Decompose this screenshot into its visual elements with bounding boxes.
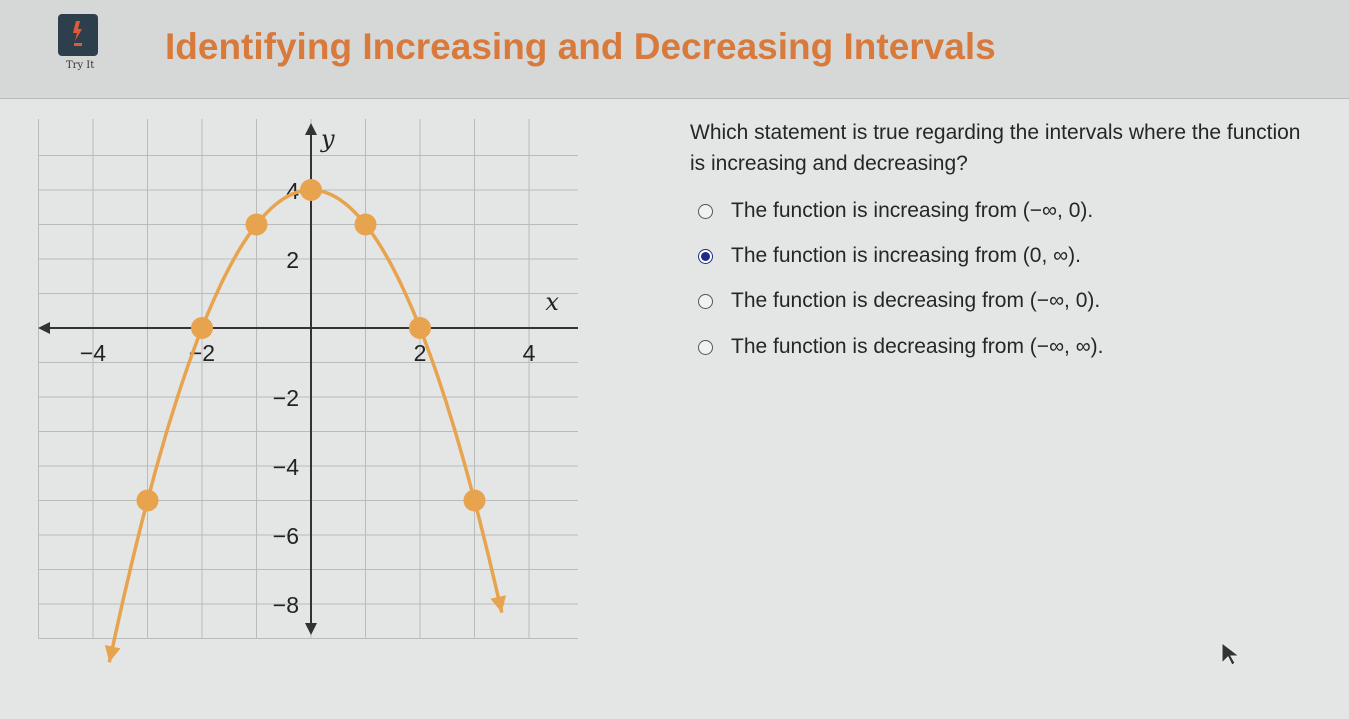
header: Try It Identifying Increasing and Decrea…: [0, 0, 1349, 99]
y-axis-arrow-up: [305, 123, 317, 135]
x-tick-label: 4: [523, 340, 536, 366]
option-2[interactable]: The function is increasing from (0, ∞).: [698, 244, 1081, 268]
option-label: The function is decreasing from (−∞, ∞).: [731, 335, 1104, 358]
mouse-cursor-icon: [1221, 641, 1241, 666]
data-point: [245, 213, 268, 236]
question-prompt: Which statement is true regarding the in…: [690, 121, 1301, 175]
curve-arrowheads: [104, 595, 507, 663]
data-point: [300, 179, 322, 201]
tick-labels: −4 −2 2 442−2−4−6−8: [80, 178, 536, 618]
try-it-caption: Try It: [66, 60, 95, 71]
y-tick-label: −2: [273, 385, 299, 411]
option-1[interactable]: The function is increasing from (−∞, 0).: [698, 199, 1093, 223]
page-title: Identifying Increasing and Decreasing In…: [165, 26, 996, 67]
y-tick-label: −8: [273, 592, 299, 618]
lesson-icon: [58, 14, 98, 56]
data-point: [136, 489, 159, 512]
x-tick-label: −4: [80, 340, 106, 366]
y-axis-arrow-down: [305, 623, 317, 635]
option-label: The function is decreasing from (−∞, 0).: [731, 289, 1101, 312]
data-point: [354, 213, 377, 236]
y-tick-label: −6: [273, 523, 299, 549]
data-point: [409, 317, 431, 339]
try-it-icon: [73, 21, 82, 46]
y-tick-label: 2: [286, 247, 299, 273]
option-4[interactable]: The function is decreasing from (−∞, ∞).: [698, 335, 1104, 359]
radio-button[interactable]: [698, 203, 713, 219]
radio-button-selected[interactable]: [698, 248, 713, 264]
data-point: [191, 317, 213, 339]
data-point: [463, 489, 486, 512]
main-content: −4 −2 2 4 4 2 −2 −4 −6 −8 x y Which statement is …: [0, 99, 1349, 719]
parabola-curve: [107, 188, 504, 663]
y-axis-label: y: [320, 125, 335, 153]
radio-button[interactable]: [698, 339, 713, 355]
curve-arrowhead: [104, 644, 121, 663]
radio-button[interactable]: [698, 293, 713, 309]
function-graph: −4 −2 2 442−2−4−6−8 x y: [38, 119, 578, 663]
option-label: The function is increasing from (0, ∞).: [731, 244, 1081, 267]
option-3[interactable]: The function is decreasing from (−∞, 0).: [698, 289, 1100, 313]
x-axis-label: x: [545, 288, 559, 316]
option-label: The function is increasing from (−∞, 0).: [731, 199, 1094, 222]
y-tick-label: −4: [273, 454, 299, 480]
x-axis-arrow: [38, 322, 50, 334]
